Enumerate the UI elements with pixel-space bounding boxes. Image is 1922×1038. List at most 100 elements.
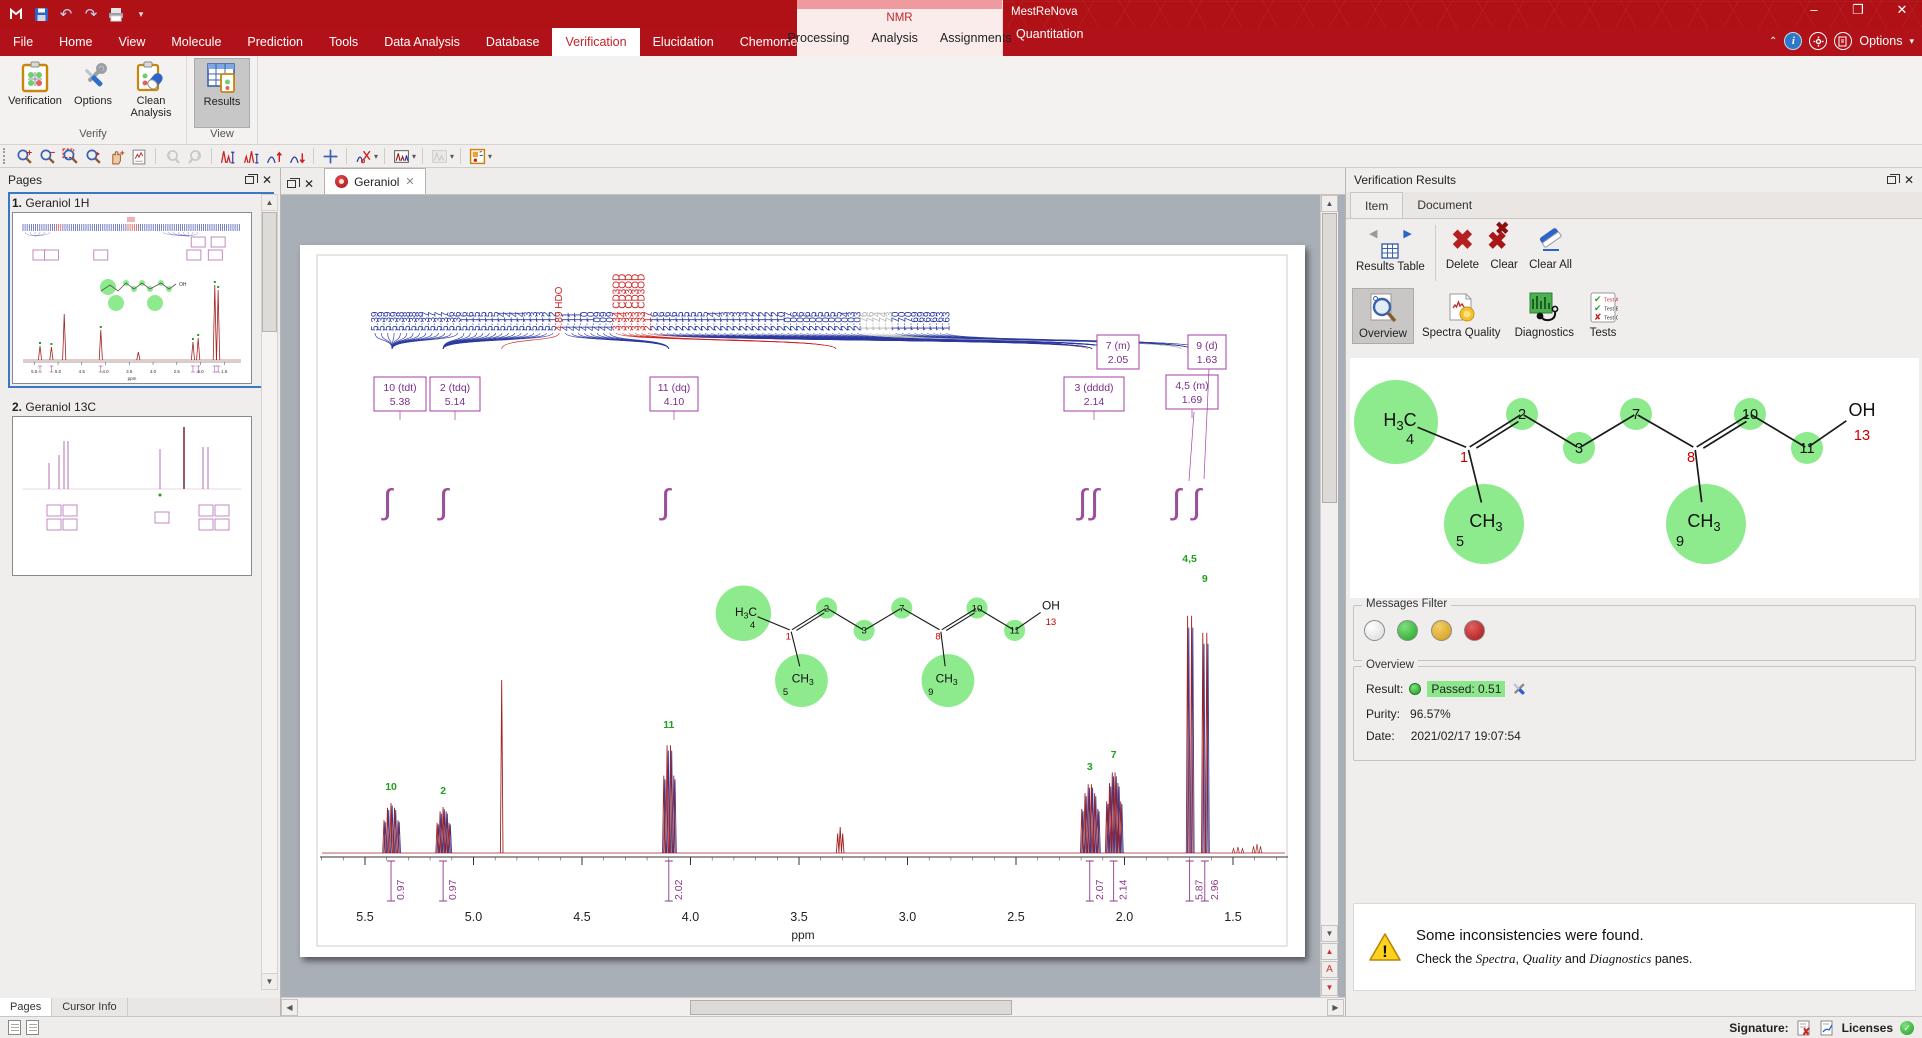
tab-verification[interactable]: Verification (552, 28, 639, 56)
tab-data-analysis[interactable]: Data Analysis (371, 28, 473, 56)
print-icon[interactable] (108, 6, 124, 22)
signature-sign-icon[interactable] (1819, 1020, 1835, 1036)
filter-error-button[interactable] (1464, 620, 1485, 641)
clipboard-icon[interactable] (1834, 32, 1852, 50)
fit-page-icon[interactable]: ▲ (1321, 943, 1338, 960)
zoom-out-icon[interactable]: − (37, 146, 57, 166)
save-icon[interactable] (33, 6, 49, 22)
copy-page-icon[interactable] (26, 1020, 39, 1035)
options-dropdown-icon[interactable]: ▾ (1909, 36, 1914, 47)
hscroll-thumb[interactable] (690, 1000, 1012, 1015)
clean-analysis-button[interactable]: Clean Analysis (123, 58, 179, 128)
full-spectrum-icon[interactable] (218, 146, 238, 166)
horizontal-scrollbar[interactable]: ◀ ▶ (281, 997, 1345, 1016)
float-panel-icon[interactable] (1887, 176, 1896, 184)
vscroll-thumb[interactable] (1322, 213, 1337, 503)
next-result-icon[interactable]: ▶ (1403, 227, 1411, 240)
filter-warning-button[interactable] (1431, 620, 1452, 641)
delete-button[interactable]: ✖ Delete (1446, 223, 1479, 271)
results-table-button[interactable]: ◀ ▶ Results Table (1356, 223, 1425, 273)
tab-cursor-info[interactable]: Cursor Info (52, 998, 127, 1016)
tab-molecule[interactable]: Molecule (158, 28, 234, 56)
zoom-next-icon[interactable] (185, 146, 205, 166)
restore-button[interactable]: ❐ (1844, 2, 1872, 18)
vertical-scrollbar[interactable]: ▲ ▼ ▲ A ▼ (1320, 195, 1338, 998)
scroll-down-icon[interactable]: ▼ (1321, 925, 1338, 942)
tab-elucidation[interactable]: Elucidation (640, 28, 727, 56)
tab-analysis[interactable]: Analysis (862, 27, 927, 49)
results-button[interactable]: Results (194, 58, 250, 128)
tab-item[interactable]: Item (1350, 192, 1403, 218)
tab-pages[interactable]: Pages (0, 998, 52, 1016)
verification-settings-icon[interactable] (1511, 681, 1527, 697)
minimize-button[interactable]: – (1800, 2, 1828, 18)
tab-view[interactable]: View (106, 28, 159, 56)
pan-icon[interactable]: + (106, 146, 126, 166)
crosshair-icon[interactable] (320, 146, 340, 166)
next-page-icon[interactable]: ▼ (1321, 979, 1338, 996)
stacked-view-dropdown-icon[interactable]: ▾ (412, 152, 416, 161)
scroll-right-icon[interactable]: ▶ (1327, 999, 1344, 1016)
layout-template-dropdown-icon[interactable]: ▾ (488, 152, 492, 161)
float-panel-icon[interactable] (245, 176, 254, 184)
zoom-previous-icon[interactable] (162, 146, 182, 166)
cutoff-icon[interactable] (353, 146, 373, 166)
scroll-up-icon[interactable]: ▲ (262, 195, 277, 211)
filter-all-button[interactable] (1364, 620, 1385, 641)
scroll-down-icon[interactable]: ▼ (262, 973, 277, 989)
tab-processing[interactable]: Processing (779, 27, 859, 49)
scroll-left-icon[interactable]: ◀ (281, 999, 298, 1016)
tab-prediction[interactable]: Prediction (234, 28, 316, 56)
pages-scrollbar-thumb[interactable] (262, 212, 277, 332)
nmr-spectrum[interactable]: 5.395.395.395.395.385.385.385.385.375.37… (300, 245, 1305, 957)
overlay-view-icon[interactable] (429, 146, 449, 166)
collapse-ribbon-icon[interactable]: ⌃ (1769, 36, 1777, 47)
overview-button[interactable]: Overview (1352, 288, 1414, 344)
quick-access-dropdown-icon[interactable]: ▾ (133, 6, 149, 22)
restore-document-icon[interactable] (287, 180, 296, 188)
page-icon[interactable] (8, 1020, 21, 1035)
tab-quantitation[interactable]: Quantitation (1003, 22, 1182, 46)
page-thumbnail-2[interactable]: 2. Geraniol 13C (12, 400, 270, 576)
layout-template-icon[interactable] (467, 146, 487, 166)
tab-tools[interactable]: Tools (316, 28, 371, 56)
page-thumbnail-1[interactable]: 1. Geraniol 1H OH5.55.04.54.03.53.02.52.… (12, 196, 270, 384)
undo-icon[interactable]: ↶ (58, 6, 74, 22)
tab-database[interactable]: Database (473, 28, 553, 56)
redo-icon[interactable]: ↷ (83, 6, 99, 22)
zoom-in-icon[interactable]: + (14, 146, 34, 166)
tab-document[interactable]: Document (1403, 192, 1486, 218)
close-panel-icon[interactable]: ✕ (1904, 175, 1914, 185)
clear-button[interactable]: ✖ ✖ Clear (1487, 223, 1521, 271)
close-tab-icon[interactable]: ✕ (405, 175, 414, 188)
zoom-expansion-icon[interactable] (241, 146, 261, 166)
close-button[interactable]: ✕ (1888, 2, 1916, 18)
spectra-quality-button[interactable]: Spectra Quality (1416, 288, 1507, 342)
zoom-region-icon[interactable] (60, 146, 80, 166)
info-icon[interactable]: i (1784, 32, 1802, 50)
licenses-status-icon[interactable]: ✓ (1900, 1021, 1914, 1035)
close-document-icon[interactable]: ✕ (304, 179, 314, 189)
zoom-back-icon[interactable] (83, 146, 103, 166)
verification-button[interactable]: Verification (7, 58, 63, 128)
stacked-view-icon[interactable] (391, 146, 411, 166)
page-preview-icon[interactable] (129, 146, 149, 166)
peak-up-icon[interactable] (264, 146, 284, 166)
scroll-up-icon[interactable]: ▲ (1321, 195, 1338, 212)
tab-home[interactable]: Home (46, 28, 105, 56)
tests-button[interactable]: ✔Test A✔Test B✘Test C Tests (1582, 288, 1624, 342)
settings-gear-icon[interactable] (1809, 32, 1827, 50)
clear-all-button[interactable]: Clear All (1529, 223, 1572, 271)
document-tab-geraniol[interactable]: Geraniol ✕ (324, 168, 426, 194)
previous-result-icon[interactable]: ◀ (1369, 227, 1377, 240)
filter-passed-button[interactable] (1397, 620, 1418, 641)
cutoff-dropdown-icon[interactable]: ▾ (374, 152, 378, 161)
tab-file[interactable]: File (0, 28, 46, 56)
zoom-page-icon[interactable]: A (1321, 961, 1338, 978)
pages-panel-scrollbar[interactable]: ▲ ▼ (261, 194, 278, 990)
signature-invalid-icon[interactable]: ✘ (1796, 1020, 1812, 1036)
diagnostics-button[interactable]: Diagnostics (1509, 288, 1580, 342)
peak-down-icon[interactable] (287, 146, 307, 166)
options-menu[interactable]: Options (1859, 34, 1902, 48)
overlay-view-dropdown-icon[interactable]: ▾ (450, 152, 454, 161)
